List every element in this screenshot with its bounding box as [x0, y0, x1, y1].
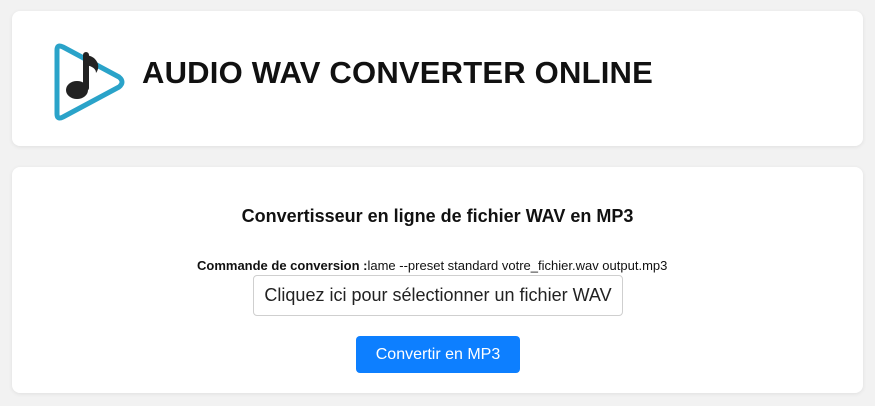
app-title: AUDIO WAV CONVERTER ONLINE	[142, 55, 653, 90]
header-card: AUDIO WAV CONVERTER ONLINE	[12, 11, 863, 146]
conversion-command: Commande de conversion :lame --preset st…	[197, 258, 667, 273]
converter-title: Convertisseur en ligne de fichier WAV en…	[241, 206, 634, 226]
converter-card: Convertisseur en ligne de fichier WAV en…	[12, 167, 863, 393]
convert-to-mp3-button[interactable]: Convertir en MP3	[356, 336, 520, 373]
command-value: lame --preset standard votre_fichier.wav…	[367, 258, 668, 273]
command-label: Commande de conversion :	[197, 258, 368, 273]
play-music-note-icon	[54, 43, 125, 121]
file-select-input[interactable]: Cliquez ici pour sélectionner un fichier…	[253, 275, 623, 316]
